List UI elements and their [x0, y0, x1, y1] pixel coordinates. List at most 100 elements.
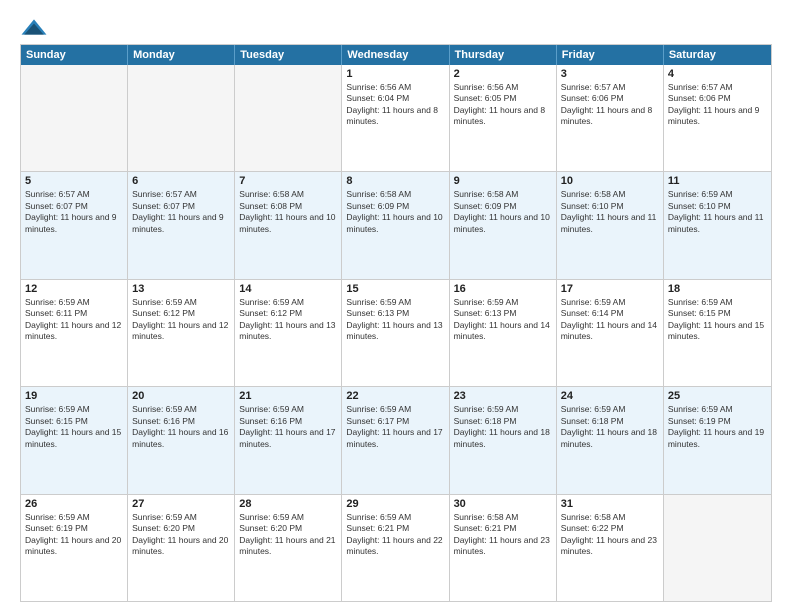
day-number: 5	[25, 175, 123, 187]
cal-cell-5: 5 Sunrise: 6:57 AMSunset: 6:07 PMDaylight…	[21, 172, 128, 278]
day-number: 18	[668, 283, 767, 295]
day-number: 26	[25, 498, 123, 510]
cal-cell-empty	[235, 65, 342, 171]
cell-info: Sunrise: 6:56 AMSunset: 6:05 PMDaylight:…	[454, 82, 552, 128]
cell-info: Sunrise: 6:57 AMSunset: 6:07 PMDaylight:…	[132, 189, 230, 235]
cell-info: Sunrise: 6:57 AMSunset: 6:06 PMDaylight:…	[561, 82, 659, 128]
cal-cell-30: 30 Sunrise: 6:58 AMSunset: 6:21 PMDayligh…	[450, 495, 557, 601]
cell-info: Sunrise: 6:59 AMSunset: 6:10 PMDaylight:…	[668, 189, 767, 235]
cell-info: Sunrise: 6:57 AMSunset: 6:06 PMDaylight:…	[668, 82, 767, 128]
day-number: 4	[668, 68, 767, 80]
cell-info: Sunrise: 6:59 AMSunset: 6:15 PMDaylight:…	[668, 297, 767, 343]
cell-info: Sunrise: 6:58 AMSunset: 6:09 PMDaylight:…	[454, 189, 552, 235]
cal-cell-13: 13Sunrise: 6:59 AMSunset: 6:12 PMDayligh…	[128, 280, 235, 386]
day-number: 21	[239, 390, 337, 402]
cal-cell-28: 28 Sunrise: 6:59 AMSunset: 6:20 PMDayligh…	[235, 495, 342, 601]
cal-cell-empty	[664, 495, 771, 601]
header	[20, 18, 772, 36]
cal-cell-6: 6Sunrise: 6:57 AMSunset: 6:07 PMDaylight…	[128, 172, 235, 278]
day-number: 24	[561, 390, 659, 402]
day-number: 23	[454, 390, 552, 402]
cal-cell-8: 8 Sunrise: 6:58 AMSunset: 6:09 PMDaylight…	[342, 172, 449, 278]
cal-cell-22: 22 Sunrise: 6:59 AMSunset: 6:17 PMDayligh…	[342, 387, 449, 493]
cal-cell-4: 4 Sunrise: 6:57 AMSunset: 6:06 PMDaylight…	[664, 65, 771, 171]
cal-cell-24: 24 Sunrise: 6:59 AMSunset: 6:18 PMDayligh…	[557, 387, 664, 493]
cal-header-wednesday: Wednesday	[342, 45, 449, 65]
cal-header-sunday: Sunday	[21, 45, 128, 65]
cal-cell-14: 14Sunrise: 6:59 AMSunset: 6:12 PMDayligh…	[235, 280, 342, 386]
cal-cell-27: 27Sunrise: 6:59 AMSunset: 6:20 PMDayligh…	[128, 495, 235, 601]
cal-cell-11: 11Sunrise: 6:59 AMSunset: 6:10 PMDayligh…	[664, 172, 771, 278]
cal-row-3: 12 Sunrise: 6:59 AMSunset: 6:11 PMDayligh…	[21, 279, 771, 386]
cal-cell-21: 21 Sunrise: 6:59 AMSunset: 6:16 PMDayligh…	[235, 387, 342, 493]
day-number: 9	[454, 175, 552, 187]
cal-cell-1: 1 Sunrise: 6:56 AMSunset: 6:04 PMDaylight…	[342, 65, 449, 171]
cal-cell-31: 31Sunrise: 6:58 AMSunset: 6:22 PMDayligh…	[557, 495, 664, 601]
cell-info: Sunrise: 6:59 AMSunset: 6:17 PMDaylight:…	[346, 404, 444, 450]
cal-cell-26: 26Sunrise: 6:59 AMSunset: 6:19 PMDayligh…	[21, 495, 128, 601]
cell-info: Sunrise: 6:59 AMSunset: 6:18 PMDaylight:…	[454, 404, 552, 450]
day-number: 10	[561, 175, 659, 187]
cal-cell-29: 29 Sunrise: 6:59 AMSunset: 6:21 PMDayligh…	[342, 495, 449, 601]
cell-info: Sunrise: 6:59 AMSunset: 6:20 PMDaylight:…	[239, 512, 337, 558]
cell-info: Sunrise: 6:59 AMSunset: 6:14 PMDaylight:…	[561, 297, 659, 343]
page: SundayMondayTuesdayWednesdayThursdayFrid…	[0, 0, 792, 612]
cell-info: Sunrise: 6:59 AMSunset: 6:15 PMDaylight:…	[25, 404, 123, 450]
cell-info: Sunrise: 6:57 AMSunset: 6:07 PMDaylight:…	[25, 189, 123, 235]
day-number: 7	[239, 175, 337, 187]
cal-header-friday: Friday	[557, 45, 664, 65]
cal-row-4: 19 Sunrise: 6:59 AMSunset: 6:15 PMDayligh…	[21, 386, 771, 493]
day-number: 22	[346, 390, 444, 402]
cal-cell-18: 18 Sunrise: 6:59 AMSunset: 6:15 PMDayligh…	[664, 280, 771, 386]
cell-info: Sunrise: 6:59 AMSunset: 6:13 PMDaylight:…	[346, 297, 444, 343]
cal-cell-16: 16 Sunrise: 6:59 AMSunset: 6:13 PMDayligh…	[450, 280, 557, 386]
cal-cell-17: 17Sunrise: 6:59 AMSunset: 6:14 PMDayligh…	[557, 280, 664, 386]
day-number: 20	[132, 390, 230, 402]
cal-cell-23: 23 Sunrise: 6:59 AMSunset: 6:18 PMDayligh…	[450, 387, 557, 493]
cell-info: Sunrise: 6:58 AMSunset: 6:08 PMDaylight:…	[239, 189, 337, 235]
cell-info: Sunrise: 6:58 AMSunset: 6:09 PMDaylight:…	[346, 189, 444, 235]
cell-info: Sunrise: 6:58 AMSunset: 6:10 PMDaylight:…	[561, 189, 659, 235]
cal-row-2: 5 Sunrise: 6:57 AMSunset: 6:07 PMDaylight…	[21, 171, 771, 278]
cal-cell-3: 3Sunrise: 6:57 AMSunset: 6:06 PMDaylight…	[557, 65, 664, 171]
logo-icon	[20, 18, 48, 36]
cell-info: Sunrise: 6:59 AMSunset: 6:19 PMDaylight:…	[668, 404, 767, 450]
cal-header-saturday: Saturday	[664, 45, 771, 65]
day-number: 1	[346, 68, 444, 80]
cell-info: Sunrise: 6:58 AMSunset: 6:21 PMDaylight:…	[454, 512, 552, 558]
day-number: 13	[132, 283, 230, 295]
cell-info: Sunrise: 6:59 AMSunset: 6:16 PMDaylight:…	[132, 404, 230, 450]
logo	[20, 18, 52, 36]
cell-info: Sunrise: 6:59 AMSunset: 6:21 PMDaylight:…	[346, 512, 444, 558]
day-number: 29	[346, 498, 444, 510]
calendar: SundayMondayTuesdayWednesdayThursdayFrid…	[20, 44, 772, 602]
calendar-header: SundayMondayTuesdayWednesdayThursdayFrid…	[21, 45, 771, 65]
day-number: 15	[346, 283, 444, 295]
cell-info: Sunrise: 6:58 AMSunset: 6:22 PMDaylight:…	[561, 512, 659, 558]
day-number: 8	[346, 175, 444, 187]
cal-cell-empty	[21, 65, 128, 171]
day-number: 28	[239, 498, 337, 510]
day-number: 19	[25, 390, 123, 402]
day-number: 30	[454, 498, 552, 510]
cell-info: Sunrise: 6:59 AMSunset: 6:11 PMDaylight:…	[25, 297, 123, 343]
day-number: 25	[668, 390, 767, 402]
cal-cell-15: 15 Sunrise: 6:59 AMSunset: 6:13 PMDayligh…	[342, 280, 449, 386]
cell-info: Sunrise: 6:59 AMSunset: 6:20 PMDaylight:…	[132, 512, 230, 558]
day-number: 14	[239, 283, 337, 295]
calendar-body: 1 Sunrise: 6:56 AMSunset: 6:04 PMDaylight…	[21, 65, 771, 601]
cell-info: Sunrise: 6:59 AMSunset: 6:18 PMDaylight:…	[561, 404, 659, 450]
cal-header-thursday: Thursday	[450, 45, 557, 65]
day-number: 12	[25, 283, 123, 295]
cal-cell-empty	[128, 65, 235, 171]
cal-cell-9: 9 Sunrise: 6:58 AMSunset: 6:09 PMDaylight…	[450, 172, 557, 278]
cell-info: Sunrise: 6:59 AMSunset: 6:13 PMDaylight:…	[454, 297, 552, 343]
cell-info: Sunrise: 6:56 AMSunset: 6:04 PMDaylight:…	[346, 82, 444, 128]
cal-cell-2: 2Sunrise: 6:56 AMSunset: 6:05 PMDaylight…	[450, 65, 557, 171]
cal-cell-7: 7 Sunrise: 6:58 AMSunset: 6:08 PMDaylight…	[235, 172, 342, 278]
cal-cell-12: 12 Sunrise: 6:59 AMSunset: 6:11 PMDayligh…	[21, 280, 128, 386]
cal-header-monday: Monday	[128, 45, 235, 65]
day-number: 16	[454, 283, 552, 295]
cal-cell-20: 20 Sunrise: 6:59 AMSunset: 6:16 PMDayligh…	[128, 387, 235, 493]
cell-info: Sunrise: 6:59 AMSunset: 6:16 PMDaylight:…	[239, 404, 337, 450]
